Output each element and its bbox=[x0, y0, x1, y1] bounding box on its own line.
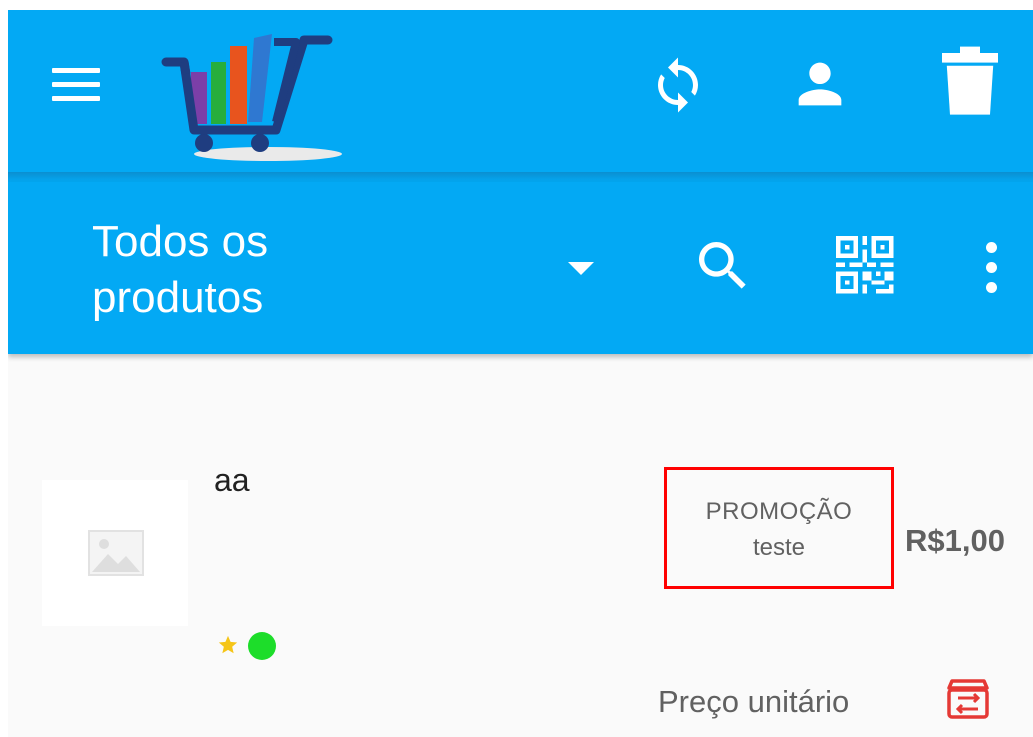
promotion-badge: PROMOÇÃO teste bbox=[664, 467, 894, 589]
product-thumbnail bbox=[42, 480, 188, 626]
shopping-cart-logo bbox=[161, 34, 342, 161]
promotion-name: teste bbox=[752, 534, 806, 561]
app-bar-divider bbox=[8, 172, 1033, 182]
app-screen: Todos os produtos aa PROMOÇÃO teste R$1,… bbox=[8, 10, 1033, 737]
user-icon[interactable] bbox=[788, 52, 852, 116]
exchange-icon[interactable] bbox=[946, 678, 990, 720]
top-app-bar bbox=[8, 10, 1033, 172]
category-label: Todos os produtos bbox=[92, 217, 269, 322]
promotion-label: PROMOÇÃO bbox=[705, 498, 853, 525]
category-dropdown[interactable]: Todos os produtos bbox=[78, 202, 618, 332]
sync-icon[interactable] bbox=[648, 55, 708, 115]
search-icon[interactable] bbox=[691, 234, 755, 298]
category-toolbar: Todos os produtos bbox=[8, 182, 1033, 354]
status-dot bbox=[248, 632, 276, 660]
product-name: aa bbox=[214, 462, 250, 498]
list-item[interactable]: aa PROMOÇÃO teste R$1,00 Preço unitário bbox=[8, 354, 1033, 737]
qr-code-icon[interactable] bbox=[836, 236, 898, 298]
more-vertical-icon[interactable] bbox=[974, 238, 1010, 298]
product-price: R$1,00 bbox=[905, 523, 1005, 558]
dropdown-arrow-icon bbox=[568, 262, 594, 275]
menu-icon[interactable] bbox=[44, 54, 108, 114]
trash-icon[interactable] bbox=[938, 45, 1002, 117]
unit-price-label: Preço unitário bbox=[658, 684, 850, 719]
star-icon bbox=[218, 635, 238, 654]
image-placeholder-icon bbox=[88, 530, 144, 576]
